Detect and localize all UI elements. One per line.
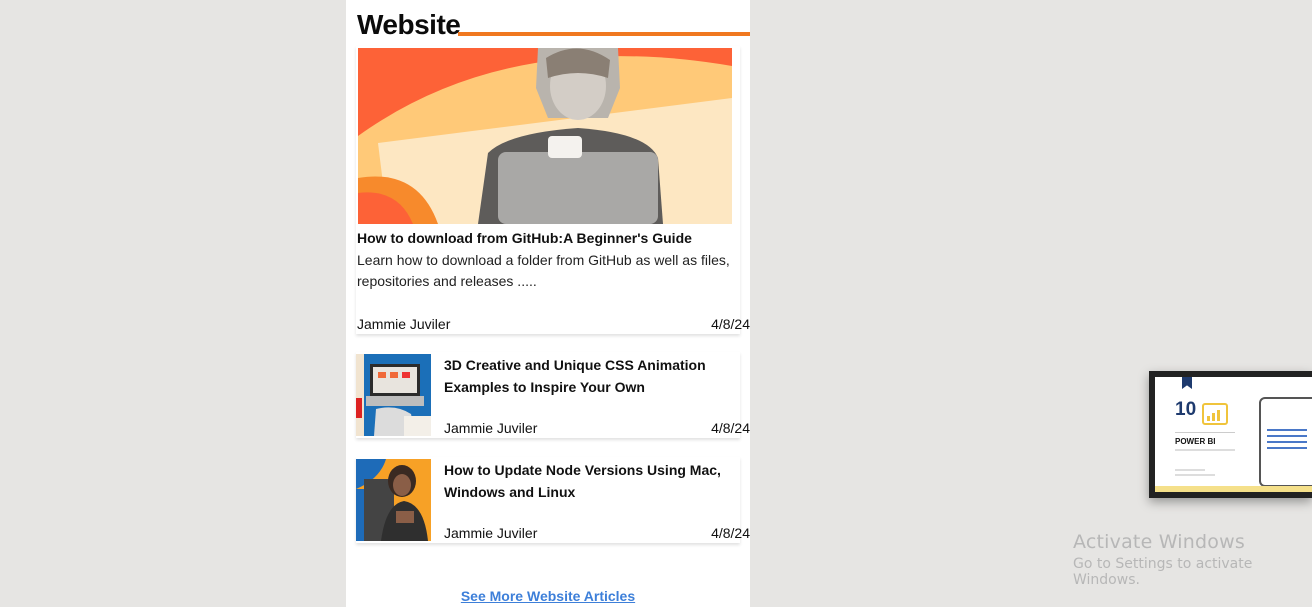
featured-article-excerpt: Learn how to download a folder from GitH… [357,252,730,289]
slide-text [1175,469,1205,471]
article-column: Website How to download from GitHub:A Be… [346,0,750,607]
slide-footer-bar [1155,486,1312,492]
slide-panel [1259,397,1312,487]
article-title[interactable]: How to Update Node Versions Using Mac, W… [444,459,744,503]
article-date: 4/8/24 [711,420,750,436]
slide-product: POWER BI [1175,437,1216,446]
article-card[interactable]: 3D Creative and Unique CSS Animation Exa… [356,352,750,438]
article-thumbnail[interactable] [356,354,431,436]
article-author: Jammie Juviler [444,525,538,541]
windows-activation-watermark: Activate Windows Go to Settings to activ… [1073,531,1312,588]
article-date: 4/8/24 [711,525,750,541]
slide-number: 10 [1175,399,1197,420]
slide-preview-popup[interactable]: 10 POWER BI [1149,371,1312,498]
featured-article-title[interactable]: How to download from GitHub:A Beginner's… [357,229,692,247]
featured-article-image[interactable] [358,48,732,224]
watermark-subtitle: Go to Settings to activate Windows. [1073,556,1253,588]
slide-text [1175,449,1235,451]
bookmark-icon [1182,377,1192,389]
featured-article-author: Jammie Juviler [357,316,451,332]
section-header: Website [357,8,750,40]
article-card[interactable]: How to Update Node Versions Using Mac, W… [356,457,750,543]
section-title: Website [357,9,461,40]
article-title[interactable]: 3D Creative and Unique CSS Animation Exa… [444,354,744,398]
see-more-link[interactable]: See More Website Articles [346,588,750,604]
slide-divider [1175,432,1235,433]
featured-article-date: 4/8/24 [711,316,750,332]
featured-article-card[interactable]: How to download from GitHub:A Beginner's… [356,46,750,334]
watermark-title: Activate Windows [1073,531,1245,553]
chart-icon [1202,403,1228,425]
section-divider [458,32,750,36]
article-thumbnail[interactable] [356,459,431,541]
article-author: Jammie Juviler [444,420,538,436]
slide-preview: 10 POWER BI [1155,377,1312,492]
slide-text [1175,474,1215,476]
